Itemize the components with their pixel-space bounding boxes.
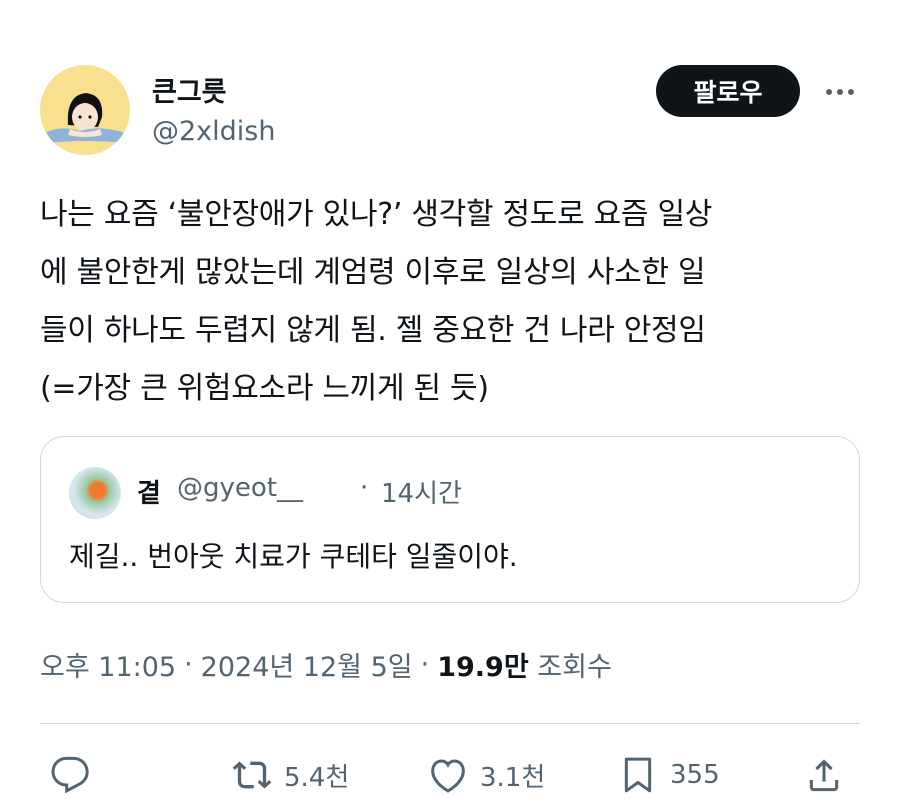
- divider: [40, 723, 860, 724]
- share-icon: [809, 759, 839, 792]
- reply-icon: [51, 756, 89, 794]
- author-display-name[interactable]: 큰그릇: [152, 70, 227, 109]
- share-button[interactable]: [804, 755, 844, 795]
- follow-button[interactable]: 팔로우: [656, 65, 800, 117]
- action-bar: 5.4천 3.1천 355: [40, 755, 860, 805]
- retweet-icon: [232, 761, 272, 789]
- author-avatar[interactable]: [40, 65, 130, 155]
- tweet-text: 나는 요즘 ‘불안장애가 있나?’ 생각할 정도로 요즘 일상 에 불안한게 많…: [40, 197, 713, 406]
- quoted-display-name: 곁: [137, 479, 161, 509]
- meta-separator: ·: [184, 649, 193, 680]
- tweet-meta: 오후 11:05 · 2024년 12월 5일 · 19.9만 조회수: [40, 645, 612, 684]
- bookmark-icon: [624, 757, 652, 793]
- quoted-handle: @gyeot__: [177, 473, 303, 503]
- bookmark-button[interactable]: 355: [618, 755, 720, 795]
- retweet-count: 5.4천: [284, 762, 350, 793]
- tweet-time[interactable]: 오후 11:05: [40, 645, 176, 684]
- heart-icon: [431, 759, 465, 793]
- views-count: 19.9만: [437, 652, 529, 683]
- bookmark-count: 355: [670, 760, 720, 790]
- author-handle[interactable]: @2xldish: [152, 116, 275, 147]
- quoted-separator: ·: [360, 473, 369, 503]
- reply-button[interactable]: [50, 755, 90, 795]
- like-count: 3.1천: [480, 762, 546, 793]
- quoted-tweet[interactable]: 곁 @gyeot__ · 14시간 제길.. 번아웃 치료가 쿠테타 일줄이야.: [40, 436, 860, 603]
- tweet-date[interactable]: 2024년 12월 5일: [201, 645, 413, 684]
- quoted-text: 제길.. 번아웃 치료가 쿠테타 일줄이야.: [69, 540, 518, 573]
- quoted-time: 14시간: [381, 479, 462, 509]
- views-label: 조회수: [537, 652, 612, 683]
- avatar-illustration: [45, 93, 125, 143]
- retweet-button[interactable]: 5.4천: [232, 755, 349, 795]
- more-options-icon[interactable]: [818, 78, 862, 106]
- like-button[interactable]: 3.1천: [428, 755, 545, 795]
- meta-separator: ·: [420, 649, 430, 680]
- quoted-avatar[interactable]: [69, 467, 121, 519]
